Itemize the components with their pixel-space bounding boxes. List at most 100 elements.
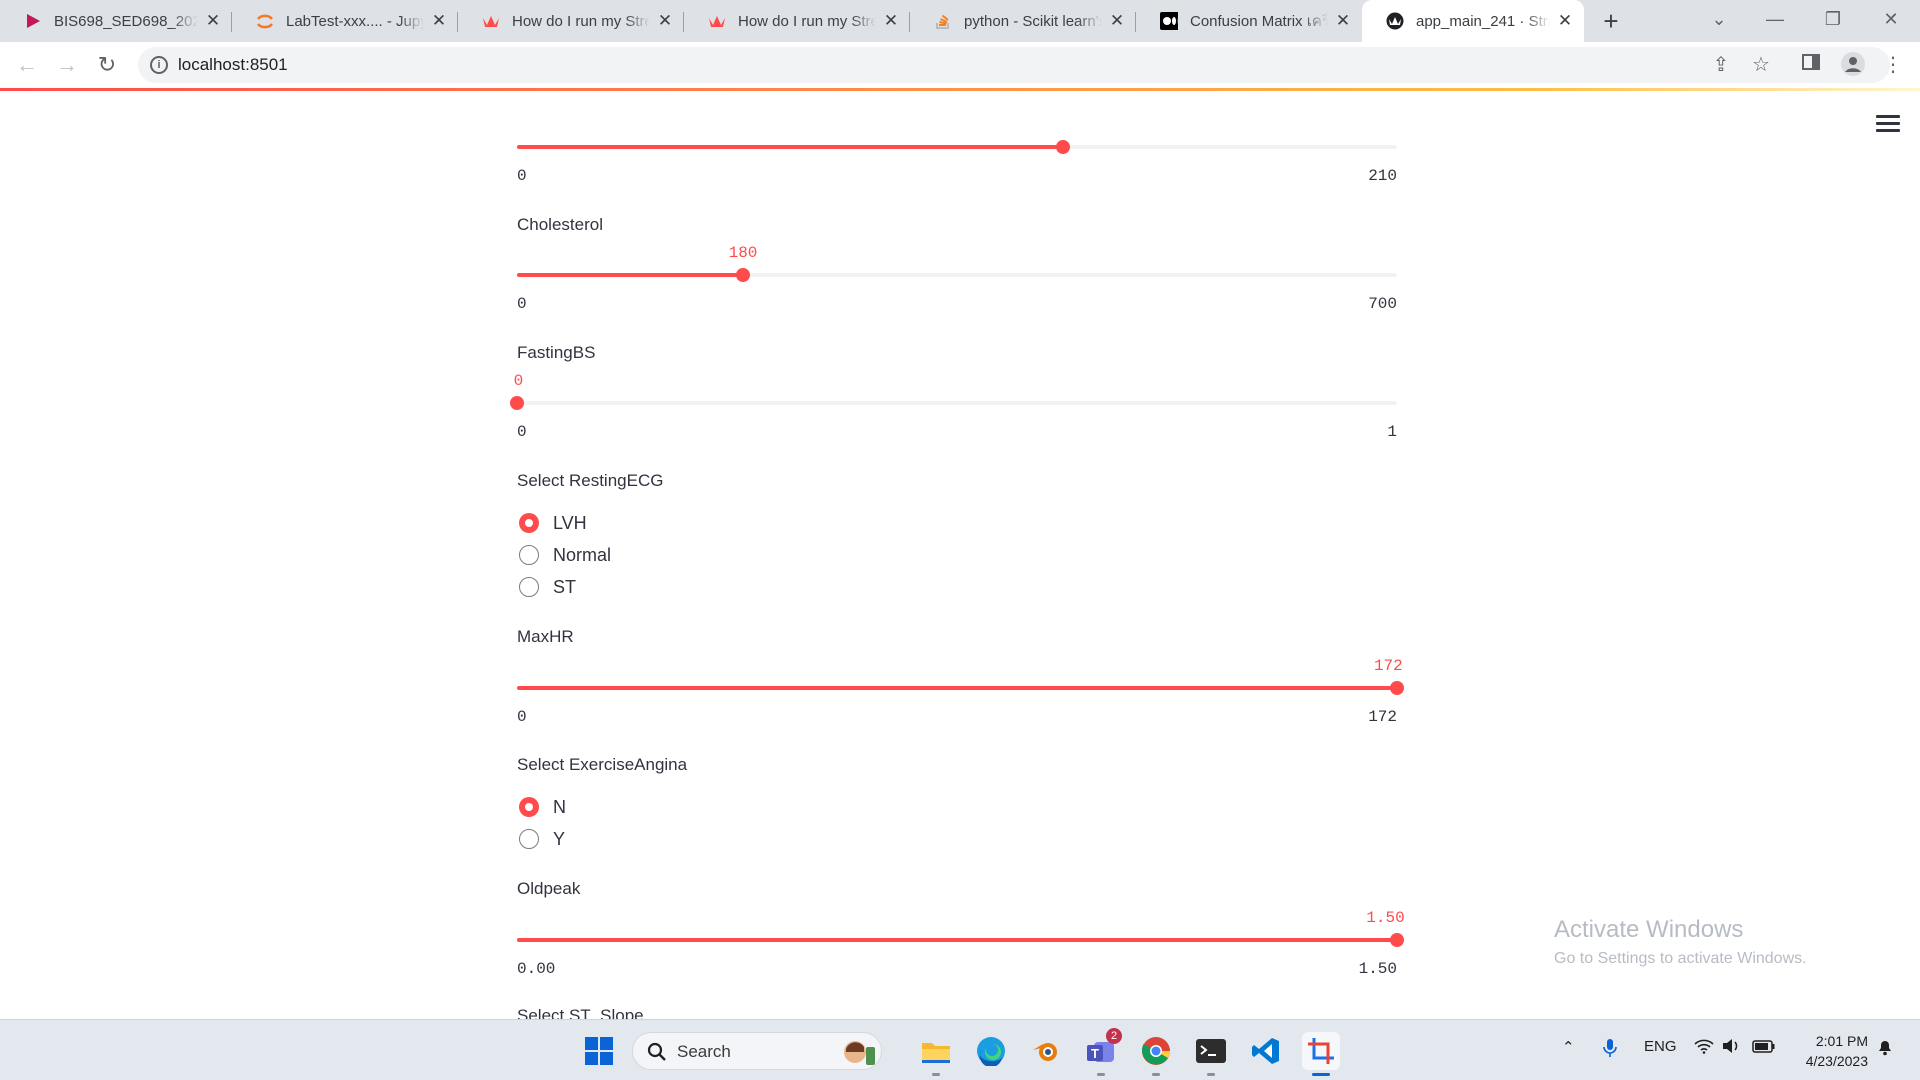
slider-thumb[interactable] — [1390, 933, 1404, 947]
slider-thumb[interactable] — [1056, 140, 1070, 154]
radio-option-label: N — [553, 796, 566, 817]
tab-streamlit-question-1[interactable]: How do I run my Strea ✕ — [458, 0, 684, 42]
restore-button[interactable]: ❐ — [1806, 0, 1860, 38]
forward-button[interactable]: → — [52, 50, 82, 80]
slider-cholesterol[interactable]: 180 0 700 — [517, 244, 1397, 313]
slider-max-label: 700 — [1368, 295, 1397, 313]
vscode-icon[interactable] — [1247, 1032, 1285, 1070]
restingecg-label: Select RestingECG — [517, 471, 664, 490]
kebab-menu-icon[interactable]: ⋮ — [1880, 52, 1906, 78]
slider-thumb[interactable] — [736, 268, 750, 282]
slider-current-value: 0 — [513, 372, 524, 390]
radio-option-lvh[interactable]: LVH — [519, 511, 587, 535]
play-icon — [24, 12, 42, 30]
tab-stackoverflow[interactable]: python - Scikit learn's ✕ — [910, 0, 1136, 42]
address-bar[interactable]: i localhost:8501 ⇪ ☆ — [138, 47, 1890, 83]
edge-browser-icon[interactable] — [972, 1032, 1010, 1070]
slider-oldpeak[interactable]: 1.50 0.00 1.50 — [517, 909, 1405, 978]
radio-button[interactable] — [519, 545, 539, 565]
close-window-button[interactable]: ✕ — [1864, 0, 1918, 38]
search-icon — [647, 1042, 666, 1061]
svg-text:T: T — [1091, 1046, 1099, 1061]
tab-jupyter[interactable]: LabTest-xxx.... - Jupyte ✕ — [232, 0, 458, 42]
taskbar-search[interactable]: Search — [632, 1032, 882, 1070]
radio-button[interactable] — [519, 797, 539, 817]
show-hidden-icons-chevron-icon[interactable]: ⌃ — [1562, 1038, 1575, 1056]
radio-option-n[interactable]: N — [519, 795, 566, 819]
slider-min-label: 0 — [517, 708, 527, 726]
tab-title: app_main_241 · Streat — [1416, 12, 1550, 30]
slider-thumb[interactable] — [510, 396, 524, 410]
hamburger-menu-icon[interactable] — [1876, 111, 1900, 136]
site-info-icon[interactable]: i — [150, 56, 168, 74]
radio-option-label: ST — [553, 576, 577, 597]
radio-option-y[interactable]: Y — [519, 827, 565, 851]
close-icon[interactable]: ✕ — [1108, 11, 1126, 31]
slider-fill — [517, 145, 1063, 149]
slider-max-label: 210 — [1368, 167, 1397, 185]
exerciseangina-label: Select ExerciseAngina — [517, 755, 688, 774]
activate-windows-watermark: Activate Windows Go to Settings to activ… — [1554, 916, 1807, 968]
windows-start-icon[interactable] — [580, 1032, 618, 1070]
tab-bis698[interactable]: BIS698_SED698_2023( ✕ — [0, 0, 232, 42]
minimize-button[interactable]: — — [1748, 0, 1802, 38]
radio-option-label: LVH — [553, 512, 587, 533]
taskbar-clock[interactable]: 2:01 PM 4/23/2023 — [1790, 1031, 1868, 1071]
tab-medium[interactable]: Confusion Matrix เครื่อง ✕ — [1136, 0, 1362, 42]
running-indicator — [1152, 1073, 1160, 1076]
back-button[interactable]: ← — [12, 50, 42, 80]
running-indicator — [1097, 1073, 1105, 1076]
radio-option-normal[interactable]: Normal — [519, 543, 611, 567]
medium-icon — [1160, 12, 1178, 30]
teams-icon[interactable]: T 2 — [1082, 1028, 1122, 1076]
battery-icon[interactable] — [1752, 1038, 1776, 1058]
slider-max-label: 1.50 — [1358, 960, 1397, 978]
terminal-icon[interactable] — [1192, 1032, 1230, 1076]
maxhr-label: MaxHR — [517, 627, 574, 646]
slider-fastingbs[interactable]: 0 0 1 — [510, 372, 1397, 441]
slider-current-value: 180 — [728, 244, 758, 262]
bookmark-star-icon[interactable]: ☆ — [1748, 52, 1774, 78]
snipping-tool-icon[interactable] — [1302, 1032, 1340, 1076]
clock-time: 2:01 PM — [1815, 1033, 1868, 1049]
close-icon[interactable]: ✕ — [1334, 11, 1352, 31]
language-indicator[interactable]: ENG — [1644, 1038, 1677, 1055]
slider-current-value: 172 — [1373, 657, 1403, 675]
chrome-icon[interactable] — [1137, 1032, 1175, 1076]
notifications-bell-icon[interactable] — [1876, 1038, 1894, 1060]
active-indicator — [1312, 1073, 1330, 1076]
oldpeak-label: Oldpeak — [517, 879, 581, 898]
microphone-icon[interactable] — [1603, 1038, 1617, 1062]
side-panel-icon[interactable] — [1798, 52, 1824, 78]
tab-app-main[interactable]: app_main_241 · Streat ✕ — [1362, 0, 1584, 42]
new-tab-button[interactable]: + — [1596, 6, 1626, 36]
slider-maxhr[interactable]: 172 0 172 — [517, 657, 1404, 726]
close-icon[interactable]: ✕ — [1556, 11, 1574, 31]
profile-avatar-icon[interactable] — [1840, 52, 1866, 78]
browser-tab-bar: BIS698_SED698_2023( ✕ LabTest-xxx.... - … — [0, 0, 1920, 42]
streamlit-icon — [1386, 12, 1404, 30]
file-explorer-icon[interactable] — [917, 1032, 955, 1076]
notification-badge: 2 — [1106, 1028, 1122, 1044]
close-icon[interactable]: ✕ — [204, 11, 222, 31]
close-icon[interactable]: ✕ — [882, 11, 900, 31]
windows-taskbar: Search T 2 ⌃ ENG 2:01 PM 4/23/2023 — [0, 1019, 1920, 1080]
close-icon[interactable]: ✕ — [430, 11, 448, 31]
tab-search-chevron-icon[interactable]: ⌄ — [1692, 0, 1746, 38]
volume-icon[interactable] — [1722, 1038, 1742, 1058]
slider-age[interactable]: 0 210 — [517, 122, 1397, 185]
clock-date: 4/23/2023 — [1805, 1053, 1868, 1069]
blender-icon[interactable] — [1027, 1032, 1065, 1070]
radio-option-st[interactable]: ST — [519, 575, 576, 599]
radio-button[interactable] — [519, 829, 539, 849]
browser-toolbar: ← → ↻ i localhost:8501 ⇪ ☆ ⋮ — [0, 42, 1920, 88]
wifi-icon[interactable] — [1694, 1038, 1714, 1058]
search-highlight-illustration-icon — [844, 1041, 875, 1065]
slider-thumb[interactable] — [1390, 681, 1404, 695]
tab-streamlit-question-2[interactable]: How do I run my Strea ✕ — [684, 0, 910, 42]
radio-button[interactable] — [519, 577, 539, 597]
share-icon[interactable]: ⇪ — [1708, 52, 1734, 78]
reload-button[interactable]: ↻ — [92, 50, 122, 80]
radio-button[interactable] — [519, 513, 539, 533]
close-icon[interactable]: ✕ — [656, 11, 674, 31]
